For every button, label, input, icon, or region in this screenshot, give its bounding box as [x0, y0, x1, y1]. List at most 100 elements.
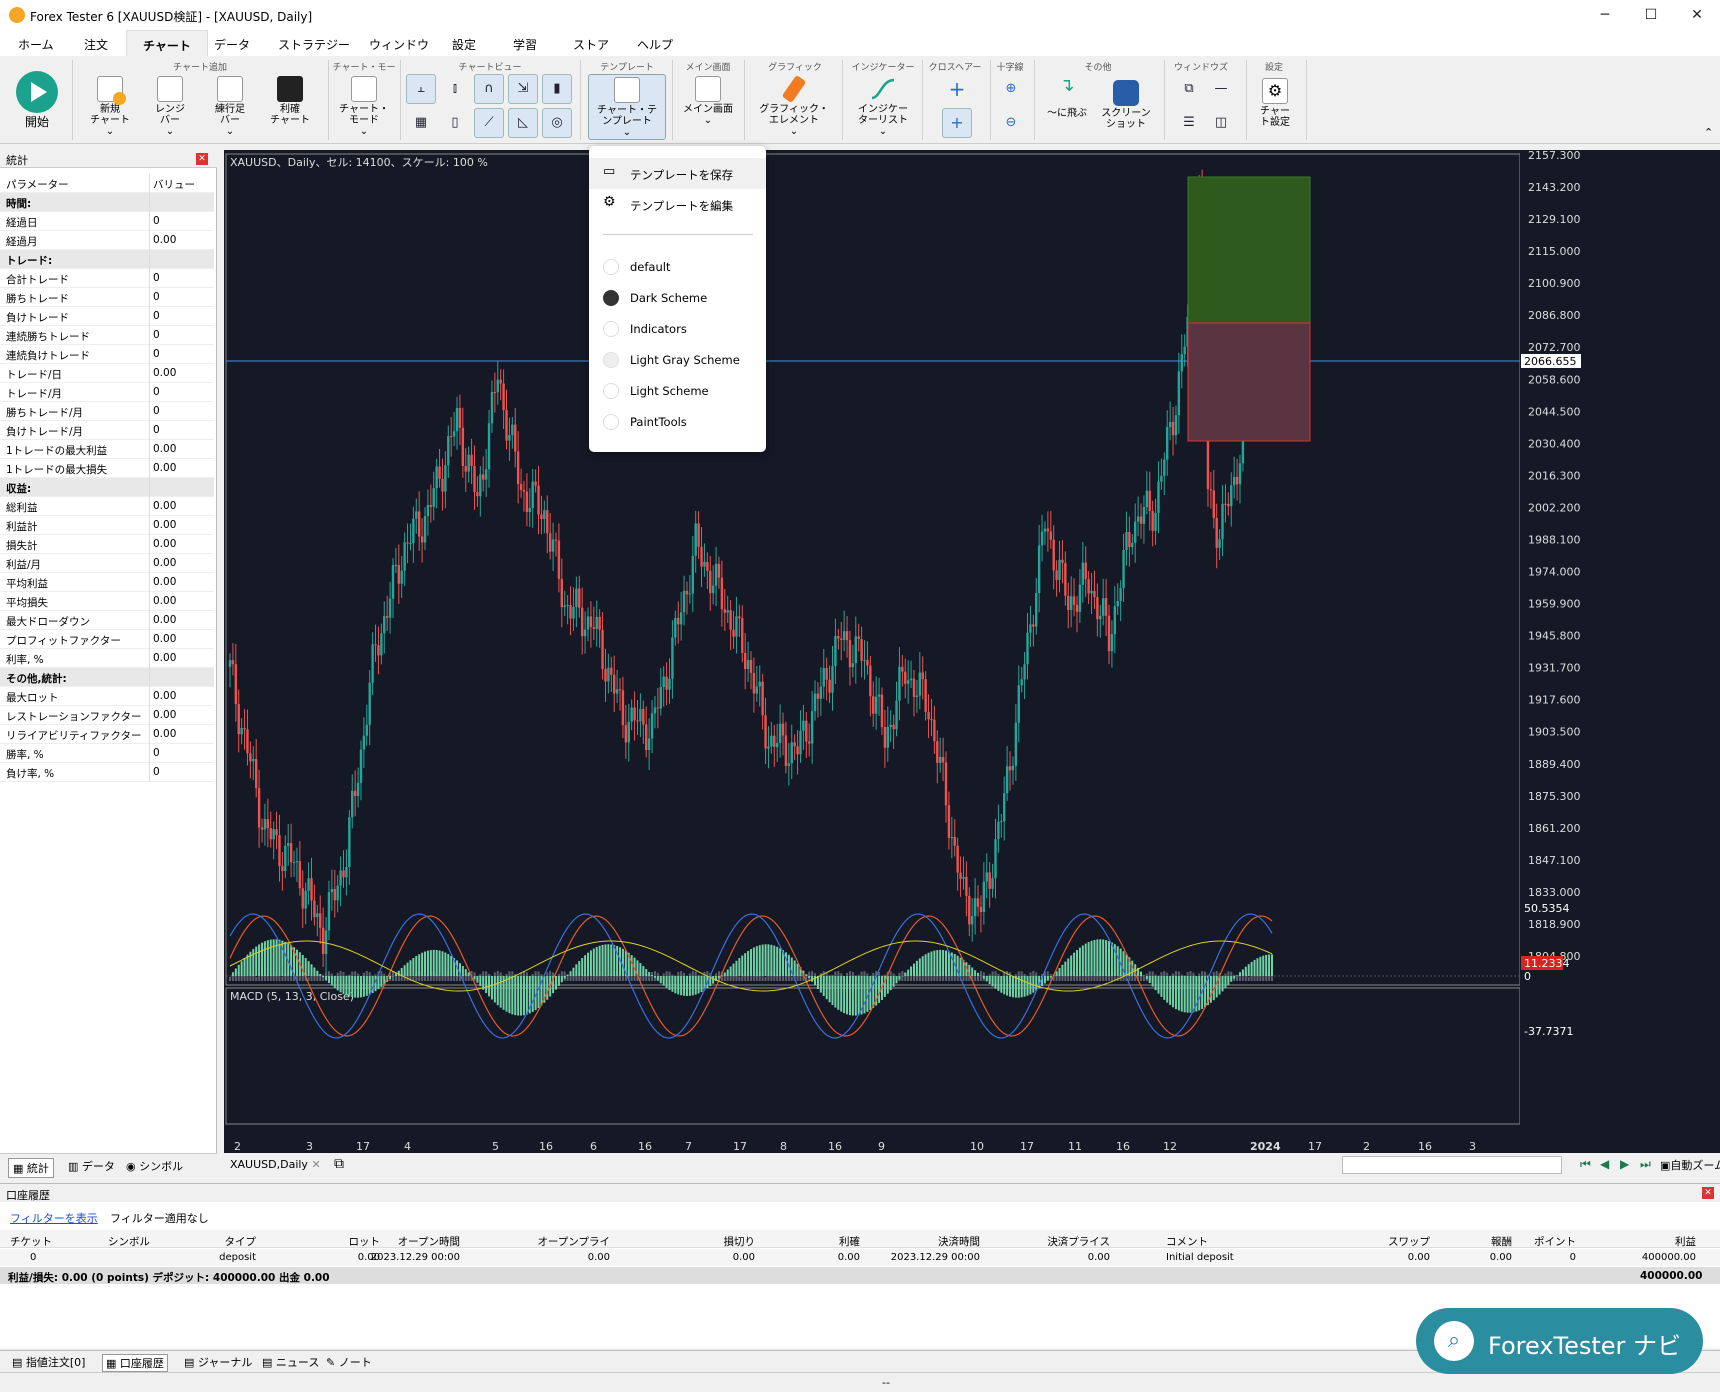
- tab-symbol[interactable]: ◉ シンボル: [126, 1158, 183, 1174]
- profit-chart-button[interactable]: 利確 チャート: [262, 76, 318, 126]
- show-filter-link[interactable]: フィルターを表示: [10, 1210, 98, 1226]
- edit-template-item[interactable]: ⚙ テンプレートを編集: [589, 189, 766, 220]
- zoom-out-icon[interactable]: ⊖: [996, 108, 1026, 138]
- indicator-list-button[interactable]: インジケー ターリスト ⌄: [850, 76, 916, 137]
- minimize-button[interactable]: ─: [1582, 0, 1628, 30]
- navi-label: ForexTester ナビ: [1488, 1332, 1682, 1360]
- main-screen-button[interactable]: メイン画面 ⌄: [678, 76, 738, 126]
- ohlc-icon[interactable]: ▯: [440, 108, 470, 138]
- template-item[interactable]: Light Gray Scheme: [589, 344, 766, 375]
- price-tick: 2143.200: [1528, 181, 1581, 194]
- scroll-track[interactable]: [1342, 1156, 1562, 1174]
- template-item[interactable]: PaintTools: [589, 406, 766, 437]
- tab-data-left[interactable]: ▥ データ: [68, 1158, 115, 1174]
- crosshair-icon[interactable]: +: [942, 74, 972, 104]
- history-col-header[interactable]: チケット: [10, 1234, 52, 1249]
- tab-order[interactable]: 注文: [84, 36, 108, 53]
- stats-row: 1トレードの最大損失 0.00: [0, 459, 214, 478]
- history-col-header[interactable]: 利確: [780, 1234, 860, 1249]
- price-tick: 2072.700: [1528, 341, 1581, 354]
- shift-icon[interactable]: ⇲: [508, 74, 538, 104]
- tab-news[interactable]: ▤ ニュース: [262, 1354, 319, 1370]
- chart-mode-button[interactable]: チャート・ モード ⌄: [334, 76, 394, 137]
- tab-home[interactable]: ホーム: [18, 36, 54, 53]
- screenshot-button[interactable]: スクリーン ショット: [1096, 80, 1156, 130]
- window-list-icon[interactable]: ⧉: [334, 1156, 344, 1172]
- tile-horizontal-icon[interactable]: ☰: [1174, 108, 1204, 138]
- history-col-header[interactable]: シンボル: [70, 1234, 150, 1249]
- tab-window[interactable]: ウィンドウ: [369, 36, 429, 53]
- stat-key: 経過日: [6, 217, 38, 229]
- template-item[interactable]: Dark Scheme: [589, 282, 766, 313]
- tab-learn[interactable]: 学習: [513, 36, 537, 53]
- history-col-header[interactable]: スワップ: [1350, 1234, 1430, 1249]
- tab-store[interactable]: ストア: [573, 36, 609, 53]
- stats-row: レストレーションファクター 0.00: [0, 706, 214, 725]
- chart-settings-button[interactable]: ⚙ チャー ト設定: [1250, 78, 1300, 128]
- history-col-header[interactable]: ロット: [300, 1234, 381, 1249]
- tab-journal[interactable]: ▤ ジャーナル: [184, 1354, 252, 1370]
- grid-icon[interactable]: ▦: [406, 108, 436, 138]
- tile-vertical-icon[interactable]: ◫: [1206, 108, 1236, 138]
- chart-tab[interactable]: XAUUSD,Daily ✕: [230, 1158, 321, 1171]
- tab-strategy[interactable]: ストラテジー: [278, 36, 350, 53]
- maximize-button[interactable]: ☐: [1628, 0, 1674, 30]
- candle-view-icon[interactable]: ⫠: [406, 74, 436, 104]
- history-col-header[interactable]: 利益: [1616, 1234, 1696, 1249]
- nav-first-icon[interactable]: ⏮: [1580, 1157, 1591, 1172]
- history-col-header[interactable]: 決済プライス: [1030, 1234, 1110, 1249]
- zoom-in-icon[interactable]: ⊕: [996, 74, 1026, 104]
- volume-icon[interactable]: ▮: [542, 74, 572, 104]
- history-col-header[interactable]: 決済時間: [900, 1234, 980, 1249]
- nav-last-icon[interactable]: ⏭: [1640, 1157, 1651, 1172]
- line-view-icon[interactable]: ⟋: [474, 108, 504, 138]
- jump-to-button[interactable]: ↴ 〜に飛ぶ: [1040, 77, 1094, 120]
- tab-pending-orders[interactable]: ▤ 指値注文[0]: [12, 1354, 85, 1370]
- history-col-header[interactable]: 損切り: [675, 1234, 756, 1249]
- new-chart-button[interactable]: 新規 チャート ⌄: [82, 76, 138, 137]
- history-col-header[interactable]: タイプ: [176, 1234, 257, 1249]
- price-chart-svg[interactable]: XAUUSD、Daily、セル: 14100、スケール: 100 % 2157.3…: [224, 150, 1720, 1153]
- auto-zoom-button[interactable]: ▣自動ズーム: [1660, 1157, 1720, 1173]
- magnet-icon[interactable]: ∩: [474, 74, 504, 104]
- bar-view-icon[interactable]: ⫾: [440, 74, 470, 104]
- history-col-header[interactable]: オープン時間: [380, 1234, 460, 1249]
- start-button[interactable]: 開始: [12, 70, 62, 128]
- range-bar-button[interactable]: レンジ バー ⌄: [142, 76, 198, 137]
- stat-value: 0: [153, 424, 160, 436]
- window-cascade-icon[interactable]: ⧉: [1174, 74, 1204, 104]
- graphic-element-button[interactable]: グラフィック・ エレメント ⌄: [752, 74, 836, 137]
- tab-settings[interactable]: 設定: [452, 36, 476, 53]
- period-icon[interactable]: ◎: [542, 108, 572, 138]
- forextester-navi-badge[interactable]: ⌕ ForexTester ナビ: [1416, 1308, 1703, 1374]
- template-item[interactable]: Indicators: [589, 313, 766, 344]
- tab-notes[interactable]: ✎ ノート: [326, 1354, 372, 1370]
- save-template-item[interactable]: ▭ テンプレートを保存: [589, 158, 766, 189]
- tab-chart[interactable]: チャート: [126, 30, 208, 56]
- macd-tick: 50.5354: [1524, 902, 1570, 915]
- tab-help[interactable]: ヘルプ: [637, 36, 673, 53]
- chart-template-button[interactable]: チャート・テ ンプレート ⌄: [588, 74, 666, 140]
- nav-prev-icon[interactable]: ◀: [1600, 1157, 1609, 1171]
- nav-next-icon[interactable]: ▶: [1620, 1157, 1629, 1171]
- tab-data[interactable]: データ: [214, 36, 250, 53]
- history-col-header[interactable]: コメント: [1166, 1234, 1208, 1249]
- history-cell: 2023.12.29 00:00: [370, 1252, 460, 1263]
- stats-row: 時間:: [0, 193, 214, 212]
- history-col-header[interactable]: ポイント: [1496, 1234, 1576, 1249]
- group-label-view: チャートビュー: [458, 63, 522, 73]
- tab-account-history[interactable]: ▦ 口座履歴: [102, 1354, 168, 1372]
- template-item[interactable]: Light Scheme: [589, 375, 766, 406]
- window-minimize-icon[interactable]: —: [1206, 74, 1236, 104]
- stats-close-icon[interactable]: ✕: [196, 153, 208, 165]
- crosshair-plus-icon[interactable]: +: [942, 108, 972, 138]
- chart-area[interactable]: XAUUSD、Daily、セル: 14100、スケール: 100 % 2157.3…: [224, 150, 1720, 1153]
- collapse-ribbon-icon[interactable]: ⌃: [1704, 126, 1713, 139]
- chart-tab-close-icon[interactable]: ✕: [311, 1158, 320, 1171]
- history-close-icon[interactable]: ✕: [1702, 1187, 1714, 1199]
- close-button[interactable]: ✕: [1674, 0, 1720, 30]
- template-item[interactable]: default: [589, 251, 766, 282]
- area-view-icon[interactable]: ◺: [508, 108, 538, 138]
- renko-button[interactable]: 練行足 バー ⌄: [202, 76, 258, 137]
- tab-stats[interactable]: ▦ 統計: [8, 1158, 54, 1178]
